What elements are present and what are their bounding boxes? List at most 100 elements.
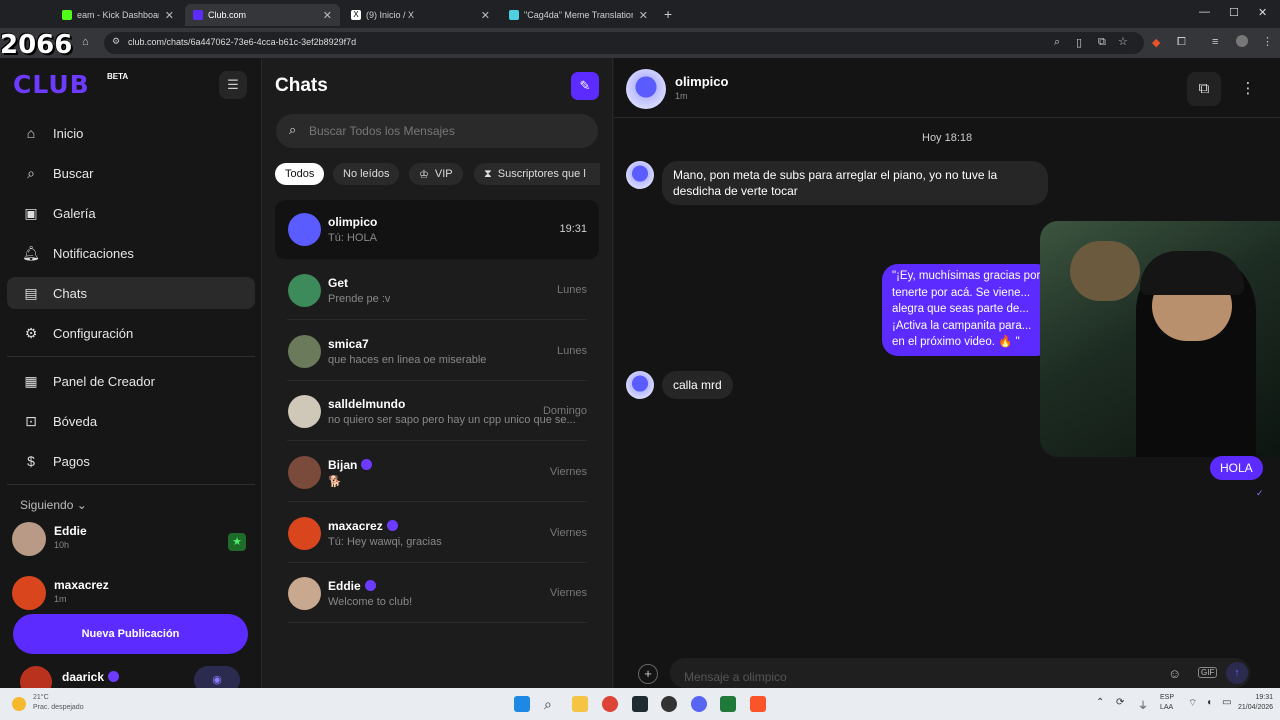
- weather-sun-icon[interactable]: [12, 697, 26, 711]
- close-icon[interactable]: ✕: [165, 9, 174, 22]
- chat-preview: Tú: Hey wawqi, gracias: [328, 536, 442, 548]
- filter-chip-suscriptores[interactable]: ⧗ Suscriptores que l: [474, 163, 600, 185]
- bookmark-star-icon[interactable]: ☆: [1118, 35, 1128, 48]
- browser-tab-active[interactable]: Club.com ✕: [185, 4, 340, 26]
- language-indicator[interactable]: ESP LAA: [1160, 693, 1174, 713]
- more-options-button[interactable]: ⋮: [1231, 72, 1265, 106]
- sidebar-item-panel-de-creador[interactable]: ▦ Panel de Creador: [7, 365, 255, 397]
- volume-icon[interactable]: ◖: [1206, 697, 1212, 708]
- message-bubble-incoming[interactable]: calla mrd: [662, 371, 733, 399]
- avatar: [288, 335, 321, 368]
- chat-list-item[interactable]: smica7 que haces en linea oe miserable Lun…: [275, 322, 599, 381]
- current-user-name[interactable]: daarick: [62, 670, 120, 684]
- sidebar-item-chats[interactable]: ▤ Chats: [7, 277, 255, 309]
- chat-list-item[interactable]: maxacrez Tú: Hey wawqi, gracias Viernes: [275, 504, 599, 563]
- install-icon[interactable]: ⧉: [1098, 36, 1106, 49]
- club-logo[interactable]: CLUB: [13, 70, 90, 99]
- file-explorer-icon[interactable]: [572, 696, 588, 712]
- sidebar-item-pagos[interactable]: $ Pagos: [7, 445, 255, 477]
- conversation-name[interactable]: olimpico: [675, 74, 728, 89]
- close-icon[interactable]: ✕: [481, 9, 490, 22]
- windows-start-icon[interactable]: [514, 696, 530, 712]
- sidebar: CLUB BETA ☰ ⌂ Inicio ⌕ Buscar ▣ Galería …: [0, 58, 262, 698]
- system-clock[interactable]: 19:31 21/04/2026: [1238, 693, 1273, 713]
- avatar[interactable]: [626, 69, 666, 109]
- discord-icon[interactable]: [691, 696, 707, 712]
- maximize-icon[interactable]: ☐: [1229, 6, 1239, 19]
- browser-tab[interactable]: "Cag4da" Meme Translation To ✕: [501, 4, 656, 26]
- message-bubble-outgoing[interactable]: "¡Ey, muchísimas gracias por tenerte por…: [882, 264, 1052, 356]
- url-field[interactable]: ⚙ club.com/chats/6a447062-73e6-4cca-b61c…: [104, 32, 1144, 54]
- following-item[interactable]: maxacrez 1m: [12, 576, 252, 616]
- chat-name-text: salldelmundo: [328, 397, 406, 411]
- search-input[interactable]: ⌕ Buscar Todos los Mensajes: [276, 114, 598, 148]
- weather-widget[interactable]: 21°C Prac. despejado: [33, 693, 84, 713]
- close-icon[interactable]: ✕: [639, 9, 648, 22]
- menu-toggle-button[interactable]: ☰: [219, 71, 247, 99]
- home-icon[interactable]: ⌂: [82, 36, 89, 48]
- sidebar-item-inicio[interactable]: ⌂ Inicio: [7, 117, 255, 149]
- browser-tab[interactable]: X (9) Inicio / X ✕: [343, 4, 498, 26]
- chat-list-item[interactable]: olimpico Tú: HOLA 19:31: [275, 200, 599, 259]
- avatar: [288, 456, 321, 489]
- brave-icon[interactable]: [750, 696, 766, 712]
- sidebar-item-boveda[interactable]: ⊡ Bóveda: [7, 405, 255, 437]
- sidebar-item-configuracion[interactable]: ⚙ Configuración: [7, 317, 255, 349]
- chat-name: Get: [328, 276, 348, 290]
- message-bubble-incoming[interactable]: Mano, pon meta de subs para arreglar el …: [662, 161, 1048, 205]
- webcam-hair: [1140, 251, 1244, 295]
- window-close-icon[interactable]: ✕: [1258, 6, 1267, 19]
- chat-list-item[interactable]: Bijan 🐕 Viernes: [275, 443, 599, 502]
- sidebar-item-galeria[interactable]: ▣ Galería: [7, 197, 255, 229]
- usb-icon[interactable]: ⏚: [1138, 697, 1148, 712]
- following-header[interactable]: Siguiendo ⌄: [20, 498, 87, 512]
- chat-list-item[interactable]: Eddie Welcome to club! Viernes: [275, 564, 599, 623]
- sidebar-item-buscar[interactable]: ⌕ Buscar: [7, 157, 255, 189]
- chat-list-item[interactable]: salldelmundo no quiero ser sapo pero hay …: [275, 382, 599, 441]
- more-menu-icon[interactable]: ⋮: [1262, 35, 1273, 48]
- site-info-icon[interactable]: ⚙: [112, 36, 120, 47]
- divider: [7, 356, 255, 357]
- media-icon[interactable]: ≡: [1212, 36, 1218, 48]
- profile-avatar[interactable]: [1236, 35, 1248, 47]
- emoji-icon[interactable]: ☺: [1168, 666, 1181, 681]
- sync-icon[interactable]: ⟳: [1116, 697, 1124, 708]
- tab-title: Club.com: [208, 10, 247, 20]
- star-icon: ★: [228, 533, 246, 551]
- filter-chip-vip[interactable]: ♔ VIP: [409, 163, 463, 185]
- media-gallery-button[interactable]: ⧉: [1187, 72, 1221, 106]
- search-icon[interactable]: ⌕: [544, 696, 560, 712]
- gif-icon[interactable]: GIF: [1198, 667, 1218, 678]
- attach-button[interactable]: +: [638, 664, 658, 684]
- sidebar-item-notificaciones[interactable]: 🔔︎ Notificaciones: [7, 237, 255, 269]
- webcam-overlay: [1040, 221, 1280, 457]
- filter-chip-todos[interactable]: Todos: [275, 163, 325, 185]
- filter-chip-no-leidos[interactable]: No leídos: [333, 163, 400, 185]
- obs-icon[interactable]: [661, 696, 677, 712]
- excel-icon[interactable]: [720, 696, 736, 712]
- new-post-button[interactable]: Nueva Publicación: [13, 614, 248, 654]
- minimize-icon[interactable]: —: [1199, 6, 1210, 18]
- send-icon[interactable]: ↑: [1226, 662, 1248, 684]
- page-icon[interactable]: ▯: [1076, 36, 1082, 49]
- user-badge-icon: ◉: [212, 674, 222, 686]
- avatar: [288, 274, 321, 307]
- close-icon[interactable]: ✕: [323, 9, 332, 22]
- message-bubble-outgoing[interactable]: HOLA: [1210, 456, 1263, 480]
- extensions-puzzle-icon[interactable]: ⧠: [1177, 36, 1186, 49]
- chrome-icon[interactable]: [602, 696, 618, 712]
- following-sub: 1m: [54, 594, 67, 604]
- new-tab-icon[interactable]: +: [664, 6, 672, 22]
- terminal-icon[interactable]: [632, 696, 648, 712]
- wifi-icon[interactable]: ⌔: [1188, 697, 1197, 710]
- browser-address-bar: ⌂ ⚙ club.com/chats/6a447062-73e6-4cca-b6…: [0, 28, 1280, 58]
- browser-tab[interactable]: eam - Kick Dashboard ✕: [54, 4, 182, 26]
- following-item[interactable]: Eddie 10h: [12, 522, 252, 562]
- zoom-icon[interactable]: ⌕: [1054, 36, 1060, 49]
- extension-icon[interactable]: ◆: [1152, 36, 1160, 49]
- divider: [7, 484, 255, 485]
- chat-list-item[interactable]: Get Prende pe :v Lunes: [275, 261, 599, 320]
- compose-button[interactable]: ✎: [571, 72, 599, 100]
- battery-icon[interactable]: ▭: [1222, 697, 1231, 708]
- chevron-up-icon[interactable]: ⌃: [1096, 697, 1104, 708]
